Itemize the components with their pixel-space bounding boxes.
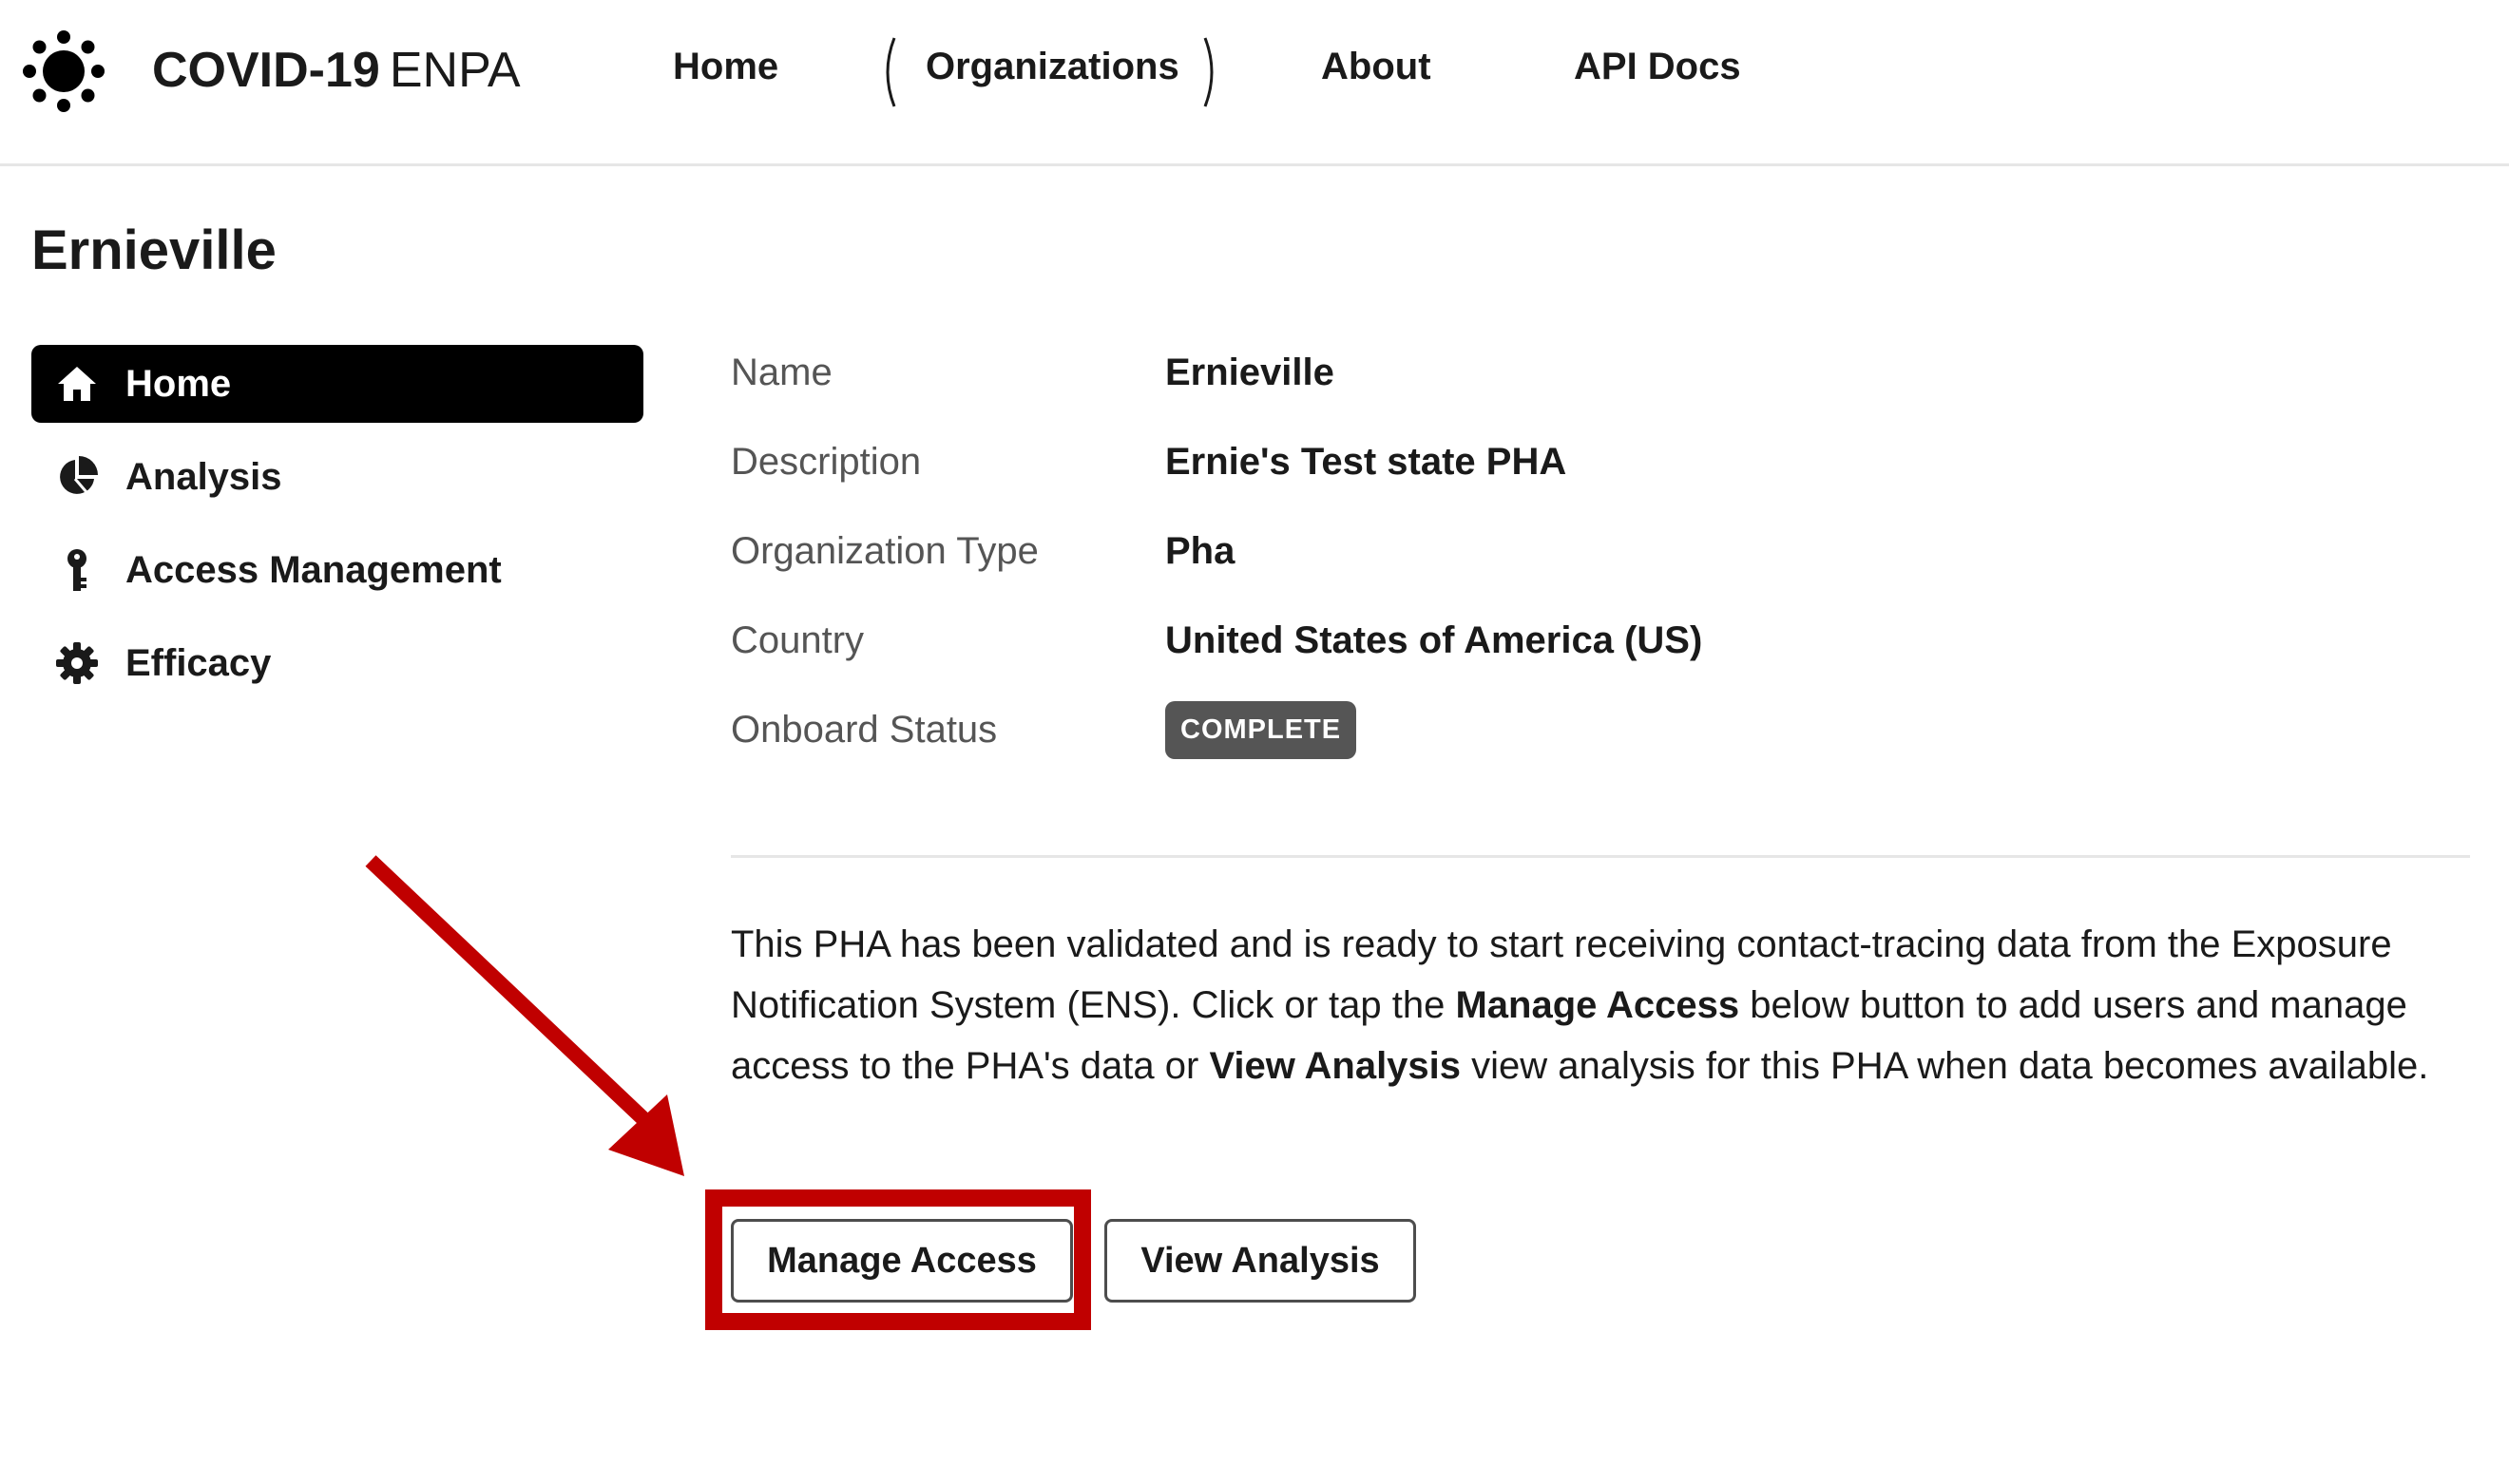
highlight-box (705, 1189, 1091, 1330)
sidebar: Home Analysis Access Management Efficacy (31, 345, 643, 717)
detail-value: Ernie's Test state PHA (1165, 441, 1567, 483)
sidebar-item-access-management[interactable]: Access Management (31, 531, 643, 609)
sidebar-item-analysis[interactable]: Analysis (31, 438, 643, 516)
nav-bracket-left (886, 37, 896, 107)
sidebar-item-label: Analysis (125, 455, 282, 498)
nav-bracket-right (1203, 37, 1214, 107)
brand-thin: ENPA (389, 43, 521, 98)
detail-value: Pha (1165, 530, 1235, 572)
status-description: This PHA has been validated and is ready… (731, 914, 2470, 1096)
top-navigation-bar: COVID-19 ENPA Home Organizations About AP… (0, 0, 2509, 166)
sidebar-item-home[interactable]: Home (31, 345, 643, 423)
nav-organizations-link[interactable]: Organizations (926, 46, 1179, 88)
detail-value: Ernieville (1165, 352, 1334, 393)
description-bold-manage-access: Manage Access (1455, 984, 1740, 1026)
brand-name[interactable]: COVID-19 ENPA (152, 42, 521, 99)
status-badge: COMPLETE (1165, 701, 1357, 759)
detail-value: United States of America (US) (1165, 619, 1703, 661)
detail-label: Organization Type (731, 530, 1039, 572)
detail-label: Onboard Status (731, 709, 998, 751)
detail-label: Description (731, 441, 922, 483)
annotation-arrow-icon (365, 855, 684, 1176)
view-analysis-button[interactable]: View Analysis (1104, 1219, 1416, 1303)
detail-label: Name (731, 352, 833, 393)
sidebar-item-efficacy[interactable]: Efficacy (31, 624, 643, 702)
virus-logo-icon[interactable] (21, 29, 106, 114)
sidebar-item-label: Efficacy (125, 641, 272, 684)
key-icon (67, 549, 86, 591)
detail-label: Country (731, 619, 865, 661)
sidebar-item-label: Home (125, 362, 232, 405)
nav-api-docs-link[interactable]: API Docs (1574, 46, 1741, 88)
home-icon (58, 367, 96, 401)
gear-icon (56, 642, 98, 684)
divider (731, 855, 2470, 858)
description-bold-view-analysis: View Analysis (1209, 1045, 1462, 1087)
page-title: Ernieville (31, 219, 277, 281)
nav-home-link[interactable]: Home (673, 46, 778, 88)
description-text: view analysis for this PHA when data bec… (1461, 1045, 2429, 1087)
nav-about-link[interactable]: About (1321, 46, 1431, 88)
sidebar-item-label: Access Management (125, 548, 502, 591)
pie-chart-icon (60, 456, 98, 494)
brand-bold: COVID-19 (152, 43, 380, 98)
